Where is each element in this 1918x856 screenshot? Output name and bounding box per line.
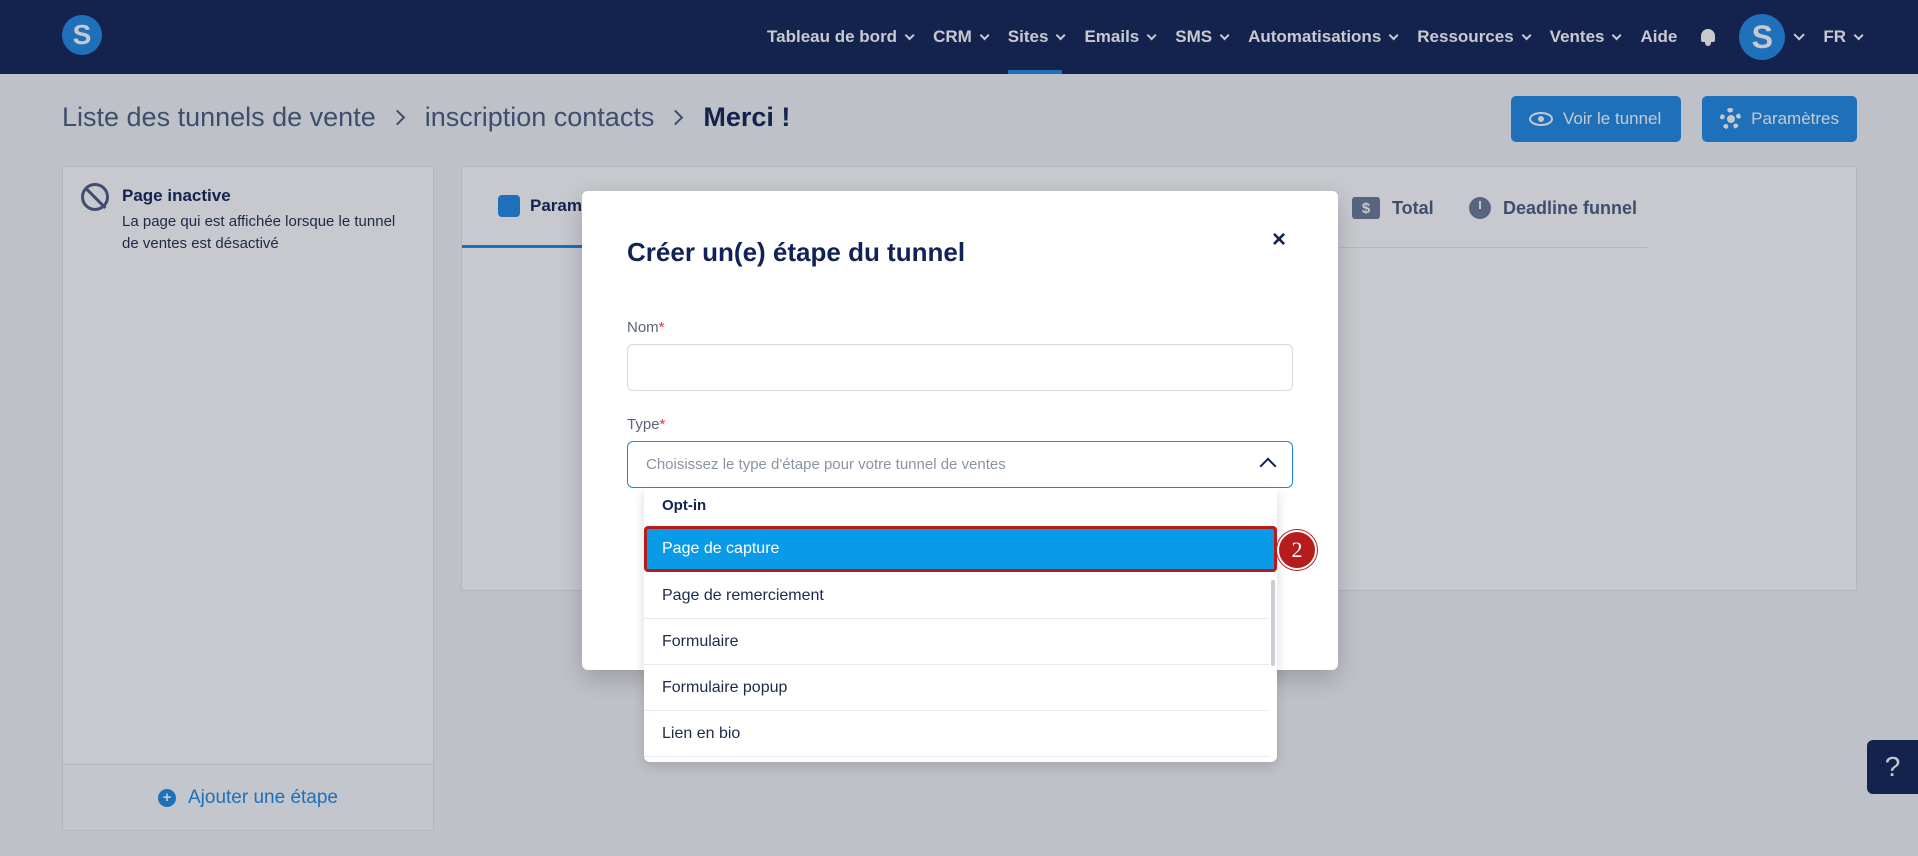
name-label-text: Nom xyxy=(627,319,659,336)
dropdown-scrollbar[interactable] xyxy=(1271,580,1275,666)
option-lien-en-bio[interactable]: Lien en bio xyxy=(644,711,1269,757)
option-formulaire[interactable]: Formulaire xyxy=(644,619,1269,665)
name-field-label: Nom* xyxy=(627,319,665,336)
type-label-text: Type xyxy=(627,416,660,433)
type-field-label: Type* xyxy=(627,416,665,433)
chevron-up-icon xyxy=(1259,457,1277,475)
name-input[interactable] xyxy=(627,344,1293,391)
option-page-de-remerciement[interactable]: Page de remerciement xyxy=(644,573,1269,619)
step-number-badge: 2 xyxy=(1277,530,1317,570)
option-group-label: Opt-in xyxy=(662,497,707,514)
close-icon[interactable]: × xyxy=(1268,226,1290,253)
step-type-select[interactable]: Choisissez le type d'étape pour votre tu… xyxy=(627,441,1293,488)
required-mark: * xyxy=(658,319,665,336)
type-select-placeholder: Choisissez le type d'étape pour votre tu… xyxy=(646,456,1006,473)
option-formulaire-popup[interactable]: Formulaire popup xyxy=(644,665,1269,711)
option-page-de-capture[interactable]: Page de capture xyxy=(644,526,1277,572)
step-type-dropdown: Opt-in Page de capture Page de remerciem… xyxy=(644,488,1277,762)
required-mark: * xyxy=(659,416,666,433)
modal-title: Créer un(e) étape du tunnel xyxy=(627,237,966,267)
